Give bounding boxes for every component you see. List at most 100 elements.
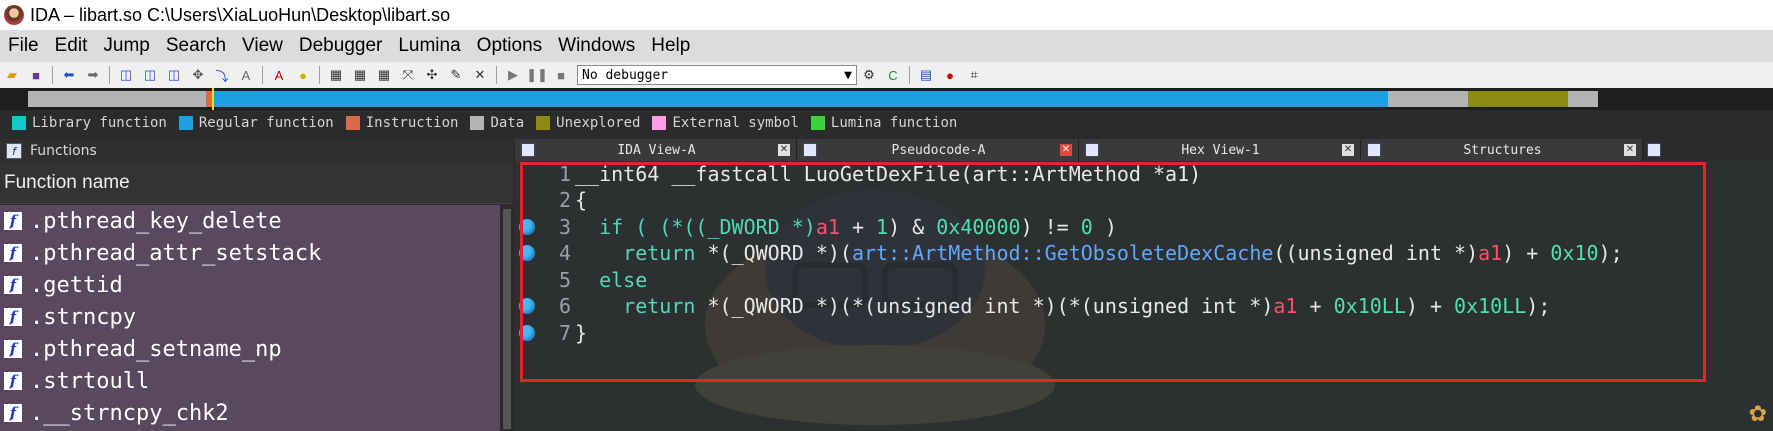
debugger-select[interactable]: No debugger ▼	[577, 65, 857, 85]
legend-label: Regular function	[198, 115, 334, 131]
breakpoint-gutter[interactable]	[519, 272, 535, 288]
code-text: {	[575, 188, 588, 212]
code-line[interactable]: 7 }	[515, 318, 1715, 348]
breakpoint-dot-icon[interactable]	[519, 325, 535, 341]
make-code-icon[interactable]: ◫	[117, 66, 135, 84]
breakpoint-dot-icon[interactable]	[519, 245, 535, 261]
plugin-icon[interactable]: ✣	[423, 66, 441, 84]
function-name: .pthread_attr_setstack	[30, 240, 322, 266]
close-icon[interactable]: ✕	[1624, 144, 1636, 156]
code-function-call[interactable]: art::ArtMethod::GetObsoleteDexCache	[852, 241, 1273, 265]
call-graph-icon[interactable]: ⤧	[399, 66, 417, 84]
function-name-column-header[interactable]: Function name	[0, 163, 513, 204]
menu-view[interactable]: View	[234, 35, 291, 57]
forward-arrow-icon[interactable]: ➡	[84, 66, 102, 84]
menu-search[interactable]: Search	[158, 35, 234, 57]
function-list-item[interactable]: f .strtoull	[0, 365, 500, 397]
code-variable[interactable]: a1	[1273, 294, 1297, 318]
code-function-name[interactable]: LuoGetDexFile	[804, 162, 961, 186]
toolbar-separator	[909, 66, 910, 84]
close-x-icon[interactable]: ✕	[471, 66, 489, 84]
save-icon[interactable]: ■	[27, 66, 45, 84]
close-icon[interactable]: ✕	[778, 144, 790, 156]
function-list-item[interactable]: f .strncpy	[0, 301, 500, 333]
close-icon[interactable]: ✕	[1060, 144, 1072, 156]
graph-view-icon[interactable]: ▦	[327, 66, 345, 84]
xrefs-icon[interactable]: ▦	[375, 66, 393, 84]
breakpoint-gutter[interactable]	[519, 192, 535, 208]
code-line[interactable]: 2 {	[515, 185, 1715, 215]
navigation-band[interactable]	[0, 88, 1773, 110]
code-number: 0x10	[1550, 241, 1599, 265]
pause-icon[interactable]: ❚❚	[526, 66, 548, 84]
mark-position-icon[interactable]: ⤵	[213, 66, 231, 84]
function-list-item[interactable]: f .__strncpy_chk2	[0, 397, 500, 429]
menu-bar: File Edit Jump Search View Debugger Lumi…	[0, 30, 1773, 62]
scrollbar-thumb[interactable]	[503, 209, 511, 429]
run-icon[interactable]: ▶	[504, 66, 522, 84]
proximity-icon[interactable]: ▦	[351, 66, 369, 84]
code-line[interactable]: 6 return *(_QWORD *)(*(unsigned int *)(*…	[515, 291, 1715, 321]
open-folder-icon[interactable]: ▰	[3, 66, 21, 84]
undefine-icon[interactable]: ✥	[189, 66, 207, 84]
function-name: .pthread_key_delete	[30, 208, 282, 234]
tab-pseudocode-a[interactable]: Pseudocode-A ✕	[797, 139, 1079, 161]
make-string-icon[interactable]: ◫	[165, 66, 183, 84]
more-tabs-icon[interactable]	[1643, 139, 1665, 161]
code-variable[interactable]: a1	[1478, 241, 1502, 265]
code-keyword: return	[575, 241, 696, 265]
menu-lumina[interactable]: Lumina	[390, 35, 468, 57]
tab-ida-view-a[interactable]: IDA View-A ✕	[515, 139, 797, 161]
functions-panel-title: Functions	[30, 143, 97, 159]
text-search-icon[interactable]: A	[237, 66, 255, 84]
stop-icon[interactable]: ■	[552, 66, 570, 84]
breakpoint-dot-icon[interactable]	[519, 219, 535, 235]
menu-jump[interactable]: Jump	[95, 35, 157, 57]
breakpoint-list-icon[interactable]: ▤	[917, 66, 935, 84]
nav-position-marker	[212, 88, 214, 110]
function-list-scrollbar[interactable]	[501, 205, 513, 431]
function-list-item[interactable]: f .gettid	[0, 269, 500, 301]
legend-swatch	[810, 116, 825, 130]
menu-edit[interactable]: Edit	[47, 35, 96, 57]
breakpoint-gutter[interactable]	[519, 166, 535, 182]
code-text: )	[1092, 215, 1117, 239]
make-data-icon[interactable]: ◫	[141, 66, 159, 84]
menu-debugger[interactable]: Debugger	[291, 35, 390, 57]
breakpoint-dot-icon[interactable]	[519, 298, 535, 314]
function-list-item[interactable]: f .pthread_attr_setstack	[0, 237, 500, 269]
nav-segment-unexplored	[1468, 91, 1568, 107]
decompile-icon[interactable]: C	[884, 66, 902, 84]
function-name: .__strncpy_chk2	[30, 400, 229, 426]
code-text: ((unsigned int *)	[1273, 241, 1479, 265]
code-variable[interactable]: a1	[816, 215, 840, 239]
line-number: 5	[558, 268, 571, 292]
tab-structures[interactable]: Structures ✕	[1361, 139, 1643, 161]
assemble-icon[interactable]: A	[270, 66, 288, 84]
menu-help[interactable]: Help	[643, 35, 698, 57]
code-keyword: else	[575, 268, 648, 292]
menu-options[interactable]: Options	[469, 35, 550, 57]
function-icon: f	[4, 308, 22, 326]
code-number: 0x40000	[936, 215, 1021, 239]
function-list-item[interactable]: f .pthread_key_delete	[0, 205, 500, 237]
trace-icon[interactable]: ⌗	[965, 66, 983, 84]
tab-hex-view-1[interactable]: Hex View-1 ✕	[1079, 139, 1361, 161]
legend-label: Unexplored	[556, 115, 641, 131]
debugger-options-icon[interactable]: ⚙	[860, 66, 878, 84]
line-number: 1	[558, 162, 571, 186]
bulb-icon[interactable]: ●	[294, 66, 312, 84]
function-icon: f	[4, 340, 22, 358]
code-keyword: return	[575, 294, 696, 318]
code-text: +	[1297, 294, 1334, 318]
menu-file[interactable]: File	[0, 35, 47, 57]
tab-label: IDA View-A	[617, 142, 696, 158]
edit-icon[interactable]: ✎	[447, 66, 465, 84]
back-arrow-icon[interactable]: ⬅	[60, 66, 78, 84]
legend-swatch	[178, 116, 193, 130]
breakpoint-icon[interactable]: ●	[941, 66, 959, 84]
code-line[interactable]: 4 return *(_QWORD *)(art::ArtMethod::Get…	[515, 238, 1715, 268]
function-list-item[interactable]: f .pthread_setname_np	[0, 333, 500, 365]
menu-windows[interactable]: Windows	[550, 35, 643, 57]
close-icon[interactable]: ✕	[1342, 144, 1354, 156]
